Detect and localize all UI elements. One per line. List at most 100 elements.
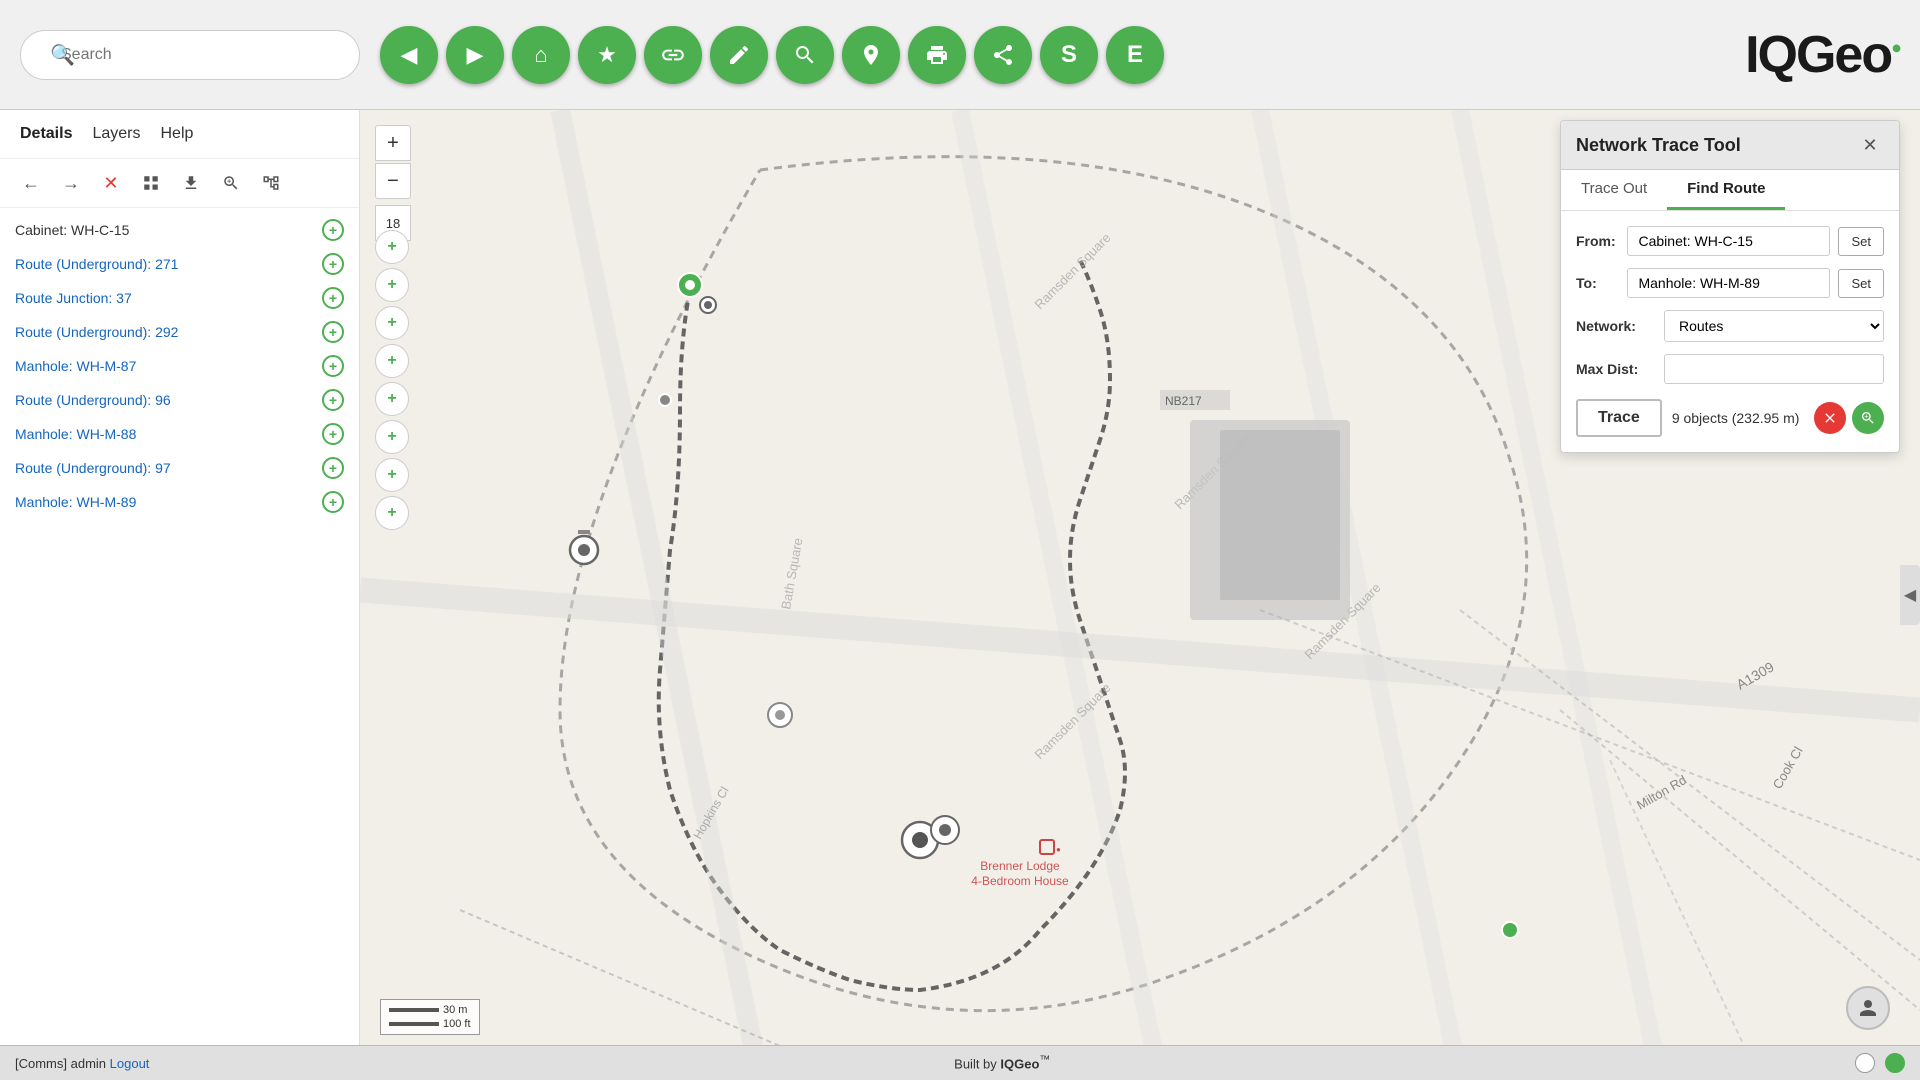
- trace-clear-button[interactable]: [1814, 402, 1846, 434]
- logo-dot: ●: [1891, 37, 1900, 57]
- sidebar: Details Layers Help ← → ✕ Cabinet: W: [0, 110, 360, 1080]
- trace-close-button[interactable]: ✕: [1856, 131, 1884, 159]
- trace-zoom-button[interactable]: [1852, 402, 1884, 434]
- search-input[interactable]: [20, 30, 360, 80]
- network-select[interactable]: Routes Cables Ducts: [1664, 310, 1884, 342]
- bookmark-button[interactable]: ★: [578, 26, 636, 84]
- list-item[interactable]: Manhole: WH-M-89 +: [0, 485, 359, 519]
- item-label: Route (Underground): 96: [15, 392, 322, 408]
- map-area[interactable]: + − 18 + + + + + + + + ◀: [360, 110, 1920, 1080]
- sidebar-hierarchy-button[interactable]: [255, 167, 287, 199]
- status-center: Built by IQGeo™: [149, 1054, 1855, 1071]
- sidebar-download-button[interactable]: [175, 167, 207, 199]
- zoom-button[interactable]: +: [322, 491, 344, 513]
- list-item[interactable]: Manhole: WH-M-87 +: [0, 349, 359, 383]
- to-label: To:: [1576, 275, 1619, 291]
- main-area: Details Layers Help ← → ✕ Cabinet: W: [0, 110, 1920, 1080]
- trace-button[interactable]: Trace: [1576, 399, 1662, 437]
- edit-button[interactable]: [710, 26, 768, 84]
- lz-btn-7[interactable]: +: [375, 458, 409, 492]
- svg-text:●: ●: [1056, 845, 1061, 854]
- network-row: Network: Routes Cables Ducts: [1576, 310, 1884, 342]
- to-set-button[interactable]: Set: [1838, 269, 1884, 298]
- list-item[interactable]: Route Junction: 37 +: [0, 281, 359, 315]
- trace-body: From: Set To: Set Network: Routes Cables: [1561, 211, 1899, 452]
- scale-bar: 30 m 100 ft: [380, 999, 480, 1035]
- item-label: Route (Underground): 271: [15, 256, 322, 272]
- from-row: From: Set: [1576, 226, 1884, 256]
- logo-text: IQGeo●: [1745, 25, 1900, 85]
- tool-button[interactable]: [776, 26, 834, 84]
- item-label: Route (Underground): 292: [15, 324, 322, 340]
- person-icon[interactable]: [1846, 986, 1890, 1030]
- sidebar-zoomin-button[interactable]: [215, 167, 247, 199]
- locate-button[interactable]: [842, 26, 900, 84]
- lz-btn-1[interactable]: +: [375, 230, 409, 264]
- network-label: Network:: [1576, 318, 1656, 334]
- zoom-button[interactable]: +: [322, 457, 344, 479]
- sidebar-tabs: Details Layers Help: [0, 110, 359, 159]
- tab-help[interactable]: Help: [161, 120, 194, 148]
- logout-link[interactable]: Logout: [110, 1056, 150, 1071]
- list-item[interactable]: Route (Underground): 292 +: [0, 315, 359, 349]
- zoom-out-button[interactable]: −: [375, 163, 411, 199]
- tab-find-route[interactable]: Find Route: [1667, 170, 1785, 210]
- from-set-button[interactable]: Set: [1838, 227, 1884, 256]
- from-label: From:: [1576, 233, 1619, 249]
- list-item[interactable]: Route (Underground): 96 +: [0, 383, 359, 417]
- collapse-sidebar-button[interactable]: ◀: [1900, 565, 1920, 625]
- trace-action-row: Trace 9 objects (232.95 m): [1576, 399, 1884, 437]
- trace-tabs: Trace Out Find Route: [1561, 170, 1899, 211]
- forward-button[interactable]: ▶: [446, 26, 504, 84]
- tab-trace-out[interactable]: Trace Out: [1561, 170, 1667, 210]
- item-label: Cabinet: WH-C-15: [15, 222, 322, 238]
- svg-text:Brenner Lodge: Brenner Lodge: [980, 859, 1060, 873]
- zoom-button[interactable]: +: [322, 253, 344, 275]
- zoom-button[interactable]: +: [322, 389, 344, 411]
- zoom-controls: + − 18: [375, 125, 411, 241]
- lz-btn-5[interactable]: +: [375, 382, 409, 416]
- tab-details[interactable]: Details: [20, 120, 72, 148]
- lz-btn-8[interactable]: +: [375, 496, 409, 530]
- sidebar-grid-button[interactable]: [135, 167, 167, 199]
- to-input[interactable]: [1627, 268, 1830, 298]
- link-button[interactable]: [644, 26, 702, 84]
- sidebar-list: Cabinet: WH-C-15 + Route (Underground): …: [0, 208, 359, 1080]
- lz-btn-2[interactable]: +: [375, 268, 409, 302]
- trace-panel-title: Network Trace Tool: [1576, 135, 1741, 156]
- tab-layers[interactable]: Layers: [92, 120, 140, 148]
- logo-area: IQGeo●: [1745, 25, 1900, 85]
- max-dist-input[interactable]: [1664, 354, 1884, 384]
- list-item[interactable]: Route (Underground): 271 +: [0, 247, 359, 281]
- to-row: To: Set: [1576, 268, 1884, 298]
- zoom-button[interactable]: +: [322, 321, 344, 343]
- share-button[interactable]: [974, 26, 1032, 84]
- zoom-button[interactable]: +: [322, 423, 344, 445]
- trace-result: 9 objects (232.95 m): [1672, 410, 1804, 426]
- lz-btn-6[interactable]: +: [375, 420, 409, 454]
- lz-btn-3[interactable]: +: [375, 306, 409, 340]
- svg-text:NB217: NB217: [1165, 394, 1202, 408]
- zoom-button[interactable]: +: [322, 355, 344, 377]
- left-zoom-strip: + + + + + + + +: [375, 230, 409, 530]
- from-input[interactable]: [1627, 226, 1830, 256]
- zoom-in-button[interactable]: +: [375, 125, 411, 161]
- s-button[interactable]: S: [1040, 26, 1098, 84]
- sidebar-back-button[interactable]: ←: [15, 167, 47, 199]
- list-item[interactable]: Manhole: WH-M-88 +: [0, 417, 359, 451]
- back-button[interactable]: ◀: [380, 26, 438, 84]
- e-button[interactable]: E: [1106, 26, 1164, 84]
- list-item[interactable]: Cabinet: WH-C-15 +: [0, 213, 359, 247]
- max-dist-label: Max Dist:: [1576, 361, 1656, 377]
- zoom-button[interactable]: +: [322, 219, 344, 241]
- status-user: [Comms] admin: [15, 1056, 106, 1071]
- home-button[interactable]: ⌂: [512, 26, 570, 84]
- sidebar-close-button[interactable]: ✕: [95, 167, 127, 199]
- status-right: [1855, 1053, 1905, 1073]
- sidebar-forward-button[interactable]: →: [55, 167, 87, 199]
- zoom-button[interactable]: +: [322, 287, 344, 309]
- list-item[interactable]: Route (Underground): 97 +: [0, 451, 359, 485]
- max-dist-row: Max Dist:: [1576, 354, 1884, 384]
- print-button[interactable]: [908, 26, 966, 84]
- lz-btn-4[interactable]: +: [375, 344, 409, 378]
